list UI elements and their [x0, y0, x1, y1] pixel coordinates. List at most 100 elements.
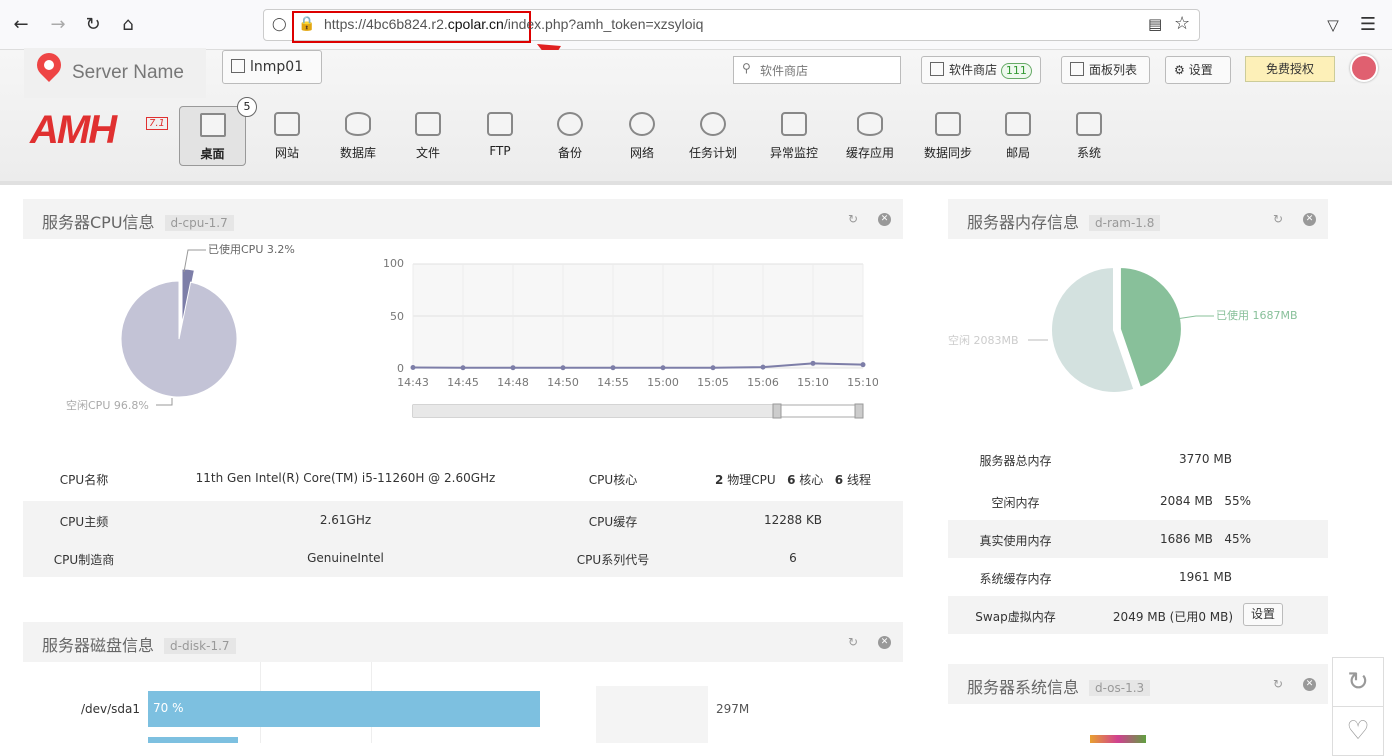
used-leader-line [183, 249, 206, 273]
star-box-icon [930, 62, 944, 76]
cpu-data-point[interactable] [610, 365, 616, 371]
server-name: Server Name [24, 48, 206, 98]
swap-settings-button[interactable]: 设置 [1243, 603, 1283, 626]
close-icon[interactable]: ✕ [878, 213, 891, 226]
settings-button[interactable]: ⚙ 设置 [1165, 56, 1231, 84]
os-panel-header: 服务器系统信息 d-os-1.3 [948, 664, 1328, 704]
cpu-data-point[interactable] [660, 365, 666, 371]
menu-cron[interactable]: 任务计划 [678, 106, 748, 166]
x-tick-label: 15:05 [697, 376, 729, 389]
cpu-data-point[interactable] [510, 365, 516, 371]
refresh-side-icon[interactable]: ↻ [1332, 657, 1384, 707]
site-button[interactable]: lnmp01 [222, 50, 322, 84]
ram-free-label: 空闲 2083MB [948, 333, 1019, 347]
menu-monitor[interactable]: 异常监控 [759, 106, 829, 166]
refresh-icon[interactable]: ↻ [1273, 677, 1283, 691]
menu-files[interactable]: 文件 [393, 106, 463, 166]
sync-globe-icon [935, 112, 961, 136]
refresh-icon[interactable]: ↻ [848, 212, 858, 226]
menu-datasync[interactable]: 数据同步 [913, 106, 983, 166]
software-search-input[interactable]: ⚲ 软件商店 [733, 56, 901, 84]
gear-icon: ⚙ [1174, 63, 1185, 77]
heart-icon[interactable]: ♡ [1332, 706, 1384, 756]
close-icon[interactable]: ✕ [878, 636, 891, 649]
zoom-handle-left[interactable] [772, 403, 782, 419]
ram-row-value: 3770 MB [1179, 452, 1232, 466]
panel-list-button[interactable]: 面板列表 [1061, 56, 1150, 84]
menu-website[interactable]: 网站 [252, 106, 322, 166]
reader-view-icon[interactable]: ▤ [1148, 15, 1162, 33]
zoom-handle-right[interactable] [854, 403, 864, 419]
ram-row: 服务器总内存 3770 MB [948, 440, 1328, 478]
cpu-row-freq: CPU主频 2.61GHz CPU缓存 12288 KB [23, 501, 903, 539]
ram-pie-slice-0 [1118, 266, 1183, 389]
search-icon: ⚲ [742, 61, 751, 75]
close-icon[interactable]: ✕ [1303, 213, 1316, 226]
cache-icon [857, 112, 883, 136]
menu-network[interactable]: 网络 [607, 106, 677, 166]
y-tick-100: 100 [383, 257, 404, 270]
close-icon[interactable]: ✕ [1303, 678, 1316, 691]
cpu-panel-header: 服务器CPU信息 d-cpu-1.7 [23, 199, 903, 239]
tools-icon [1076, 112, 1102, 136]
cpu-row-vendor: CPU制造商 GenuineIntel CPU系列代号 6 [23, 539, 903, 577]
url-bar[interactable]: ◯ 🔒 https://4bc6b824.r2.cpolar.cn/index.… [263, 9, 1200, 43]
database-icon [345, 112, 371, 136]
cpu-cores-value: 2 物理CPU 6 核心 6 线程 [715, 473, 871, 487]
ram-pie [1050, 265, 1183, 394]
hamburger-menu-icon[interactable]: ☰ [1355, 12, 1381, 38]
shield-icon: ◯ [272, 17, 287, 32]
ram-panel-header: 服务器内存信息 d-ram-1.8 [948, 199, 1328, 239]
ram-used-label: 已使用 1687MB [1216, 309, 1298, 322]
ram-row-key: 服务器总内存 [979, 454, 1052, 468]
cpu-row-name: CPU名称 11th Gen Intel(R) Core(TM) i5-1126… [23, 459, 903, 497]
menu-cache[interactable]: 缓存应用 [835, 106, 905, 166]
cpu-data-point[interactable] [860, 362, 866, 368]
home-icon[interactable]: ⌂ [115, 12, 141, 38]
cpu-data-point[interactable] [460, 365, 466, 371]
menu-system[interactable]: 系统 [1054, 106, 1124, 166]
x-tick-label: 14:48 [497, 376, 529, 389]
software-store-button[interactable]: 软件商店 111 [921, 56, 1041, 84]
globe-icon [629, 112, 655, 136]
avatar[interactable] [1350, 54, 1378, 82]
cpu-data-point[interactable] [410, 364, 416, 370]
cpu-data-point[interactable] [810, 360, 816, 366]
ram-row: 真实使用内存 1686 MB 45% [948, 520, 1328, 558]
back-arrow-icon[interactable]: ← [8, 12, 34, 38]
clock-icon [557, 112, 583, 136]
menu-desktop[interactable]: 5 桌面 [179, 97, 257, 166]
url-text: https://4bc6b824.r2.cpolar.cn/index.php?… [324, 16, 704, 32]
bookmark-star-icon[interactable]: ☆ [1174, 13, 1190, 34]
forward-arrow-icon[interactable]: → [45, 12, 71, 38]
ram-row: 空闲内存 2084 MB 55% [948, 482, 1328, 520]
x-tick-label: 15:06 [747, 376, 779, 389]
grid-icon [231, 59, 245, 73]
version-badge: 7.1 [146, 117, 168, 130]
cpu-free-label: 空闲CPU 96.8% [66, 398, 149, 412]
free-license-button[interactable]: 免费授权 [1245, 56, 1335, 82]
disk-panel-header: 服务器磁盘信息 d-disk-1.7 [23, 622, 903, 662]
home-icon [199, 113, 226, 137]
menu-backup[interactable]: 备份 [535, 106, 605, 166]
cpu-data-point[interactable] [760, 364, 766, 370]
menu-ftp[interactable]: FTP [465, 106, 535, 166]
location-pin-icon [32, 48, 66, 82]
refresh-icon[interactable]: ↻ [848, 635, 858, 649]
pocket-icon[interactable]: ▽ [1320, 12, 1346, 38]
cpu-data-point[interactable] [560, 365, 566, 371]
disk-bar-fill: 70 % [148, 691, 540, 727]
free-leader-line [156, 398, 173, 406]
refresh-icon[interactable]: ↻ [1273, 212, 1283, 226]
menu-database[interactable]: 数据库 [323, 106, 393, 166]
x-tick-label: 14:45 [447, 376, 479, 389]
cpu-used-label: 已使用CPU 3.2% [208, 243, 295, 256]
ftp-icon [487, 112, 513, 136]
menu-mail[interactable]: 邮局 [983, 106, 1053, 166]
ram-row-value: 2049 MB (已用0 MB) [1112, 610, 1234, 624]
cpu-pie-slice-1 [120, 280, 238, 398]
cpu-data-point[interactable] [710, 365, 716, 371]
ram-row-value: 1961 MB [1179, 570, 1232, 584]
reload-icon[interactable]: ↻ [80, 12, 106, 38]
amh-logo[interactable]: AMH [30, 108, 117, 153]
